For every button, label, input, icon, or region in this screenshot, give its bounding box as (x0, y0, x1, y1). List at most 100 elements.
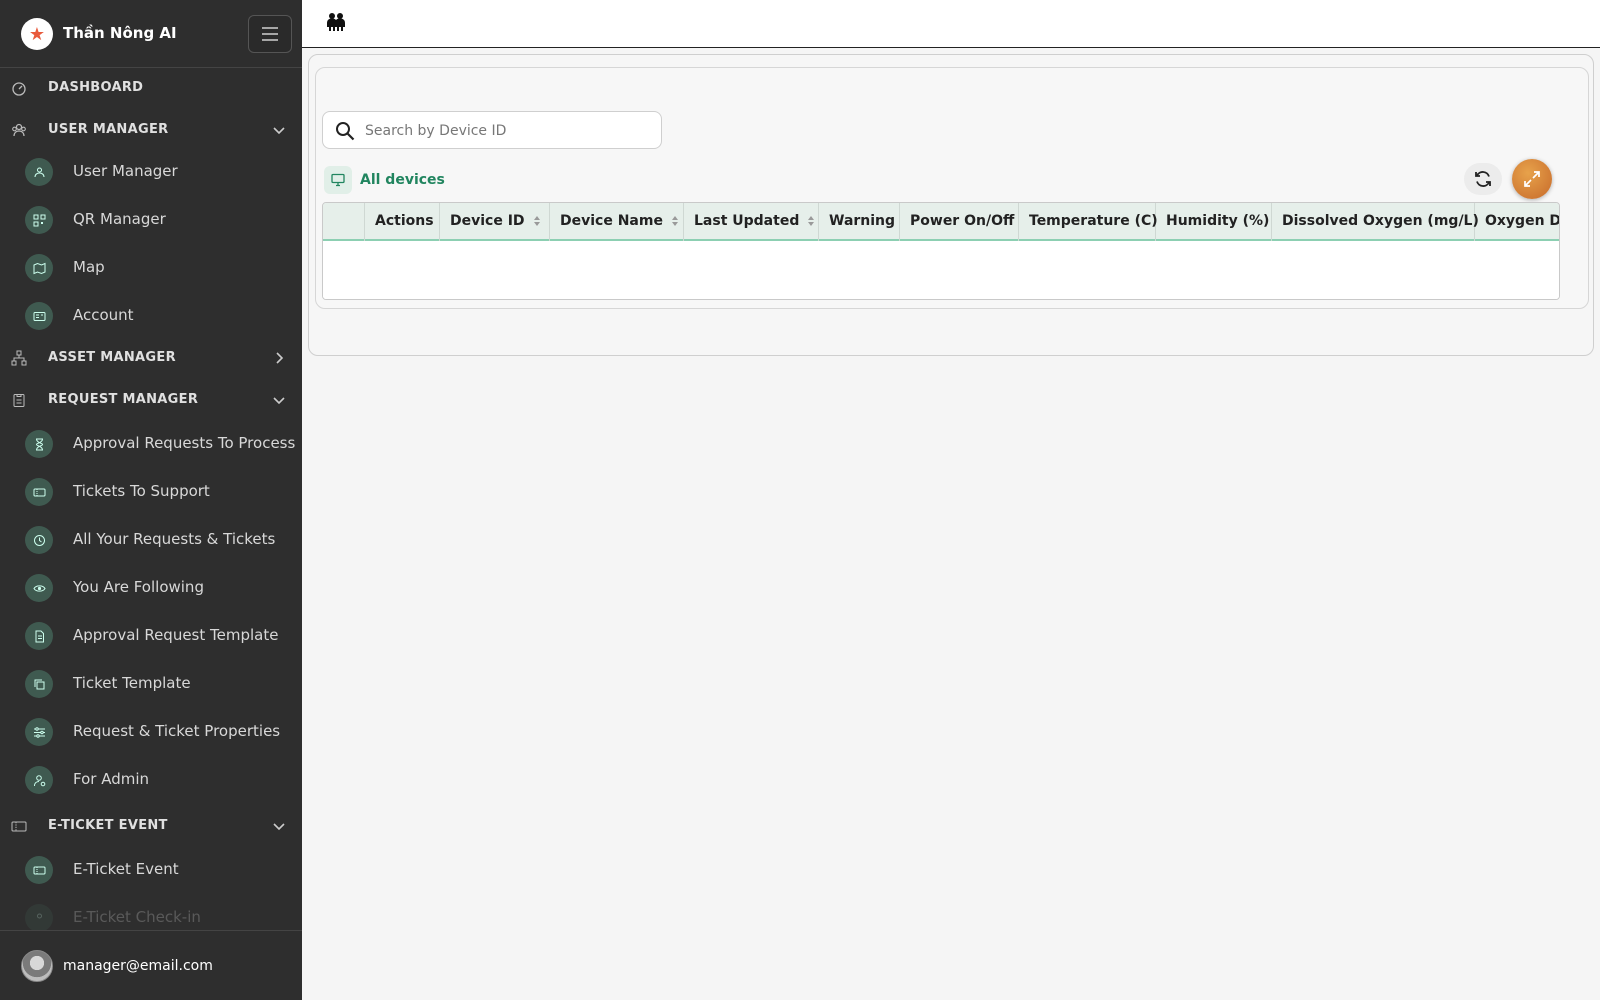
people-group-icon[interactable] (325, 12, 347, 32)
sort-icon[interactable] (671, 215, 679, 227)
sidebar-item-you-are-following[interactable]: You Are Following (0, 566, 302, 610)
sidebar-item-label: For Admin (73, 770, 150, 788)
sidebar-item-label: User Manager (73, 162, 178, 180)
sidebar-item-request-ticket-properties[interactable]: Request & Ticket Properties (0, 710, 302, 754)
sidebar-section-label: ASSET MANAGER (48, 350, 176, 365)
brand-logo[interactable]: ★ (21, 18, 53, 50)
sidebar-item-qr-manager[interactable]: QR Manager (0, 198, 302, 242)
search-icon (336, 122, 355, 141)
sidebar-item-label: Tickets To Support (73, 482, 210, 500)
sidebar-section-dashboard[interactable]: DASHBOARD (0, 68, 302, 108)
refresh-button[interactable] (1464, 163, 1502, 195)
column-header-dissolved-oxygen: Dissolved Oxygen (mg/L) (1272, 203, 1479, 241)
id-card-icon (25, 302, 53, 330)
sidebar-item-account[interactable]: Account (0, 294, 302, 338)
sidebar-item-label: Approval Request Template (73, 626, 279, 644)
column-header-warning: Warning (819, 203, 900, 241)
chevron-down-icon (273, 127, 285, 135)
hamburger-icon (262, 27, 278, 41)
expand-button[interactable] (1512, 159, 1552, 199)
users-icon (12, 123, 26, 137)
ticket-icon (25, 478, 53, 506)
search-input[interactable] (365, 119, 651, 143)
sidebar-section-e-ticket-event[interactable]: E-TICKET EVENT (0, 806, 302, 846)
dashboard-icon (12, 82, 26, 96)
clipboard-icon (13, 394, 25, 407)
monitor-icon (324, 166, 352, 194)
eye-icon (25, 574, 53, 602)
sidebar-section-request-manager[interactable]: REQUEST MANAGER (0, 380, 302, 420)
sidebar-section-label: REQUEST MANAGER (48, 392, 199, 407)
refresh-icon (1475, 171, 1491, 187)
sidebar-section-asset-manager[interactable]: ASSET MANAGER (0, 338, 302, 378)
devices-table: Actions Device ID Device Name Last Updat… (322, 202, 1560, 300)
all-devices-label: All devices (360, 172, 445, 188)
menu-toggle-button[interactable] (248, 15, 292, 53)
sidebar-item-label: You Are Following (73, 578, 204, 596)
sidebar-item-label: Map (73, 258, 105, 276)
hierarchy-icon (11, 350, 27, 366)
sidebar-item-e-ticket-check-in[interactable]: E-Ticket Check-in (0, 896, 302, 930)
sidebar-item-user-manager[interactable]: User Manager (0, 150, 302, 194)
user-profile-bar[interactable]: manager@email.com (0, 930, 302, 1000)
ticket-icon (11, 821, 27, 832)
hourglass-icon (25, 430, 53, 458)
column-header-temperature: Temperature (C) (1019, 203, 1158, 241)
column-header-power: Power On/Off (900, 203, 1019, 241)
sidebar-item-tickets-to-support[interactable]: Tickets To Support (0, 470, 302, 514)
sidebar-item-label: Account (73, 306, 134, 324)
sidebar-item-ticket-template[interactable]: Ticket Template (0, 662, 302, 706)
history-icon (25, 526, 53, 554)
users-icon (25, 158, 53, 186)
sidebar-menu: DASHBOARD USER MANAGER User Manager QR M… (0, 68, 302, 930)
column-header-actions: Actions (365, 203, 440, 241)
column-header-select[interactable] (323, 203, 365, 241)
brand-name: Thần Nông AI (63, 24, 177, 42)
sidebar-item-label: QR Manager (73, 210, 166, 228)
ticket-icon (25, 856, 53, 884)
sidebar-item-map[interactable]: Map (0, 246, 302, 290)
sidebar-item-e-ticket-event[interactable]: E-Ticket Event (0, 848, 302, 892)
chevron-down-icon (273, 823, 285, 831)
column-header-humidity: Humidity (%) (1156, 203, 1272, 241)
sidebar-item-label: Request & Ticket Properties (73, 722, 281, 740)
sort-icon[interactable] (807, 215, 815, 227)
check-in-icon (25, 904, 53, 930)
column-header-device-id[interactable]: Device ID (440, 203, 550, 241)
avatar[interactable] (21, 950, 53, 982)
sidebar-item-label: Approval Requests To Process (73, 434, 296, 452)
sidebar-section-label: USER MANAGER (48, 122, 169, 137)
table-header-row: Actions Device ID Device Name Last Updat… (323, 203, 1560, 241)
sidebar-item-for-admin[interactable]: For Admin (0, 758, 302, 802)
sliders-icon (25, 718, 53, 746)
devices-panel: All devices Actions Device ID Device Nam… (308, 54, 1594, 356)
map-icon (25, 254, 53, 282)
search-box[interactable] (322, 111, 662, 149)
column-header-last-updated[interactable]: Last Updated (684, 203, 819, 241)
copy-icon (25, 670, 53, 698)
sidebar-item-label: Ticket Template (73, 674, 191, 692)
table-body (323, 243, 1559, 299)
user-email: manager@email.com (63, 958, 213, 974)
qr-code-icon (25, 206, 53, 234)
sidebar-item-label: All Your Requests & Tickets (73, 530, 276, 548)
chevron-down-icon (273, 397, 285, 405)
sidebar-item-approval-request-template[interactable]: Approval Request Template (0, 614, 302, 658)
sidebar-item-label: E-Ticket Event (73, 860, 179, 878)
chevron-right-icon (276, 352, 284, 364)
sidebar-item-approval-requests-to-process[interactable]: Approval Requests To Process (0, 422, 302, 466)
sidebar-item-all-your-requests[interactable]: All Your Requests & Tickets (0, 518, 302, 562)
sort-icon[interactable] (533, 215, 541, 227)
sidebar: ★ Thần Nông AI DASHBOARD USER MANAGER Us… (0, 0, 302, 1000)
document-icon (25, 622, 53, 650)
admin-user-icon (25, 766, 53, 794)
top-bar (302, 0, 1600, 48)
sidebar-section-user-manager[interactable]: USER MANAGER (0, 110, 302, 150)
devices-card: All devices Actions Device ID Device Nam… (315, 67, 1589, 309)
sidebar-item-label: E-Ticket Check-in (73, 908, 201, 926)
brand-header: ★ Thần Nông AI (0, 0, 302, 68)
column-header-oxygen-demand: Oxygen Demand (1485, 213, 1560, 229)
column-header-device-name[interactable]: Device Name (550, 203, 684, 241)
sidebar-section-label: E-TICKET EVENT (48, 818, 168, 833)
expand-icon (1524, 171, 1540, 187)
